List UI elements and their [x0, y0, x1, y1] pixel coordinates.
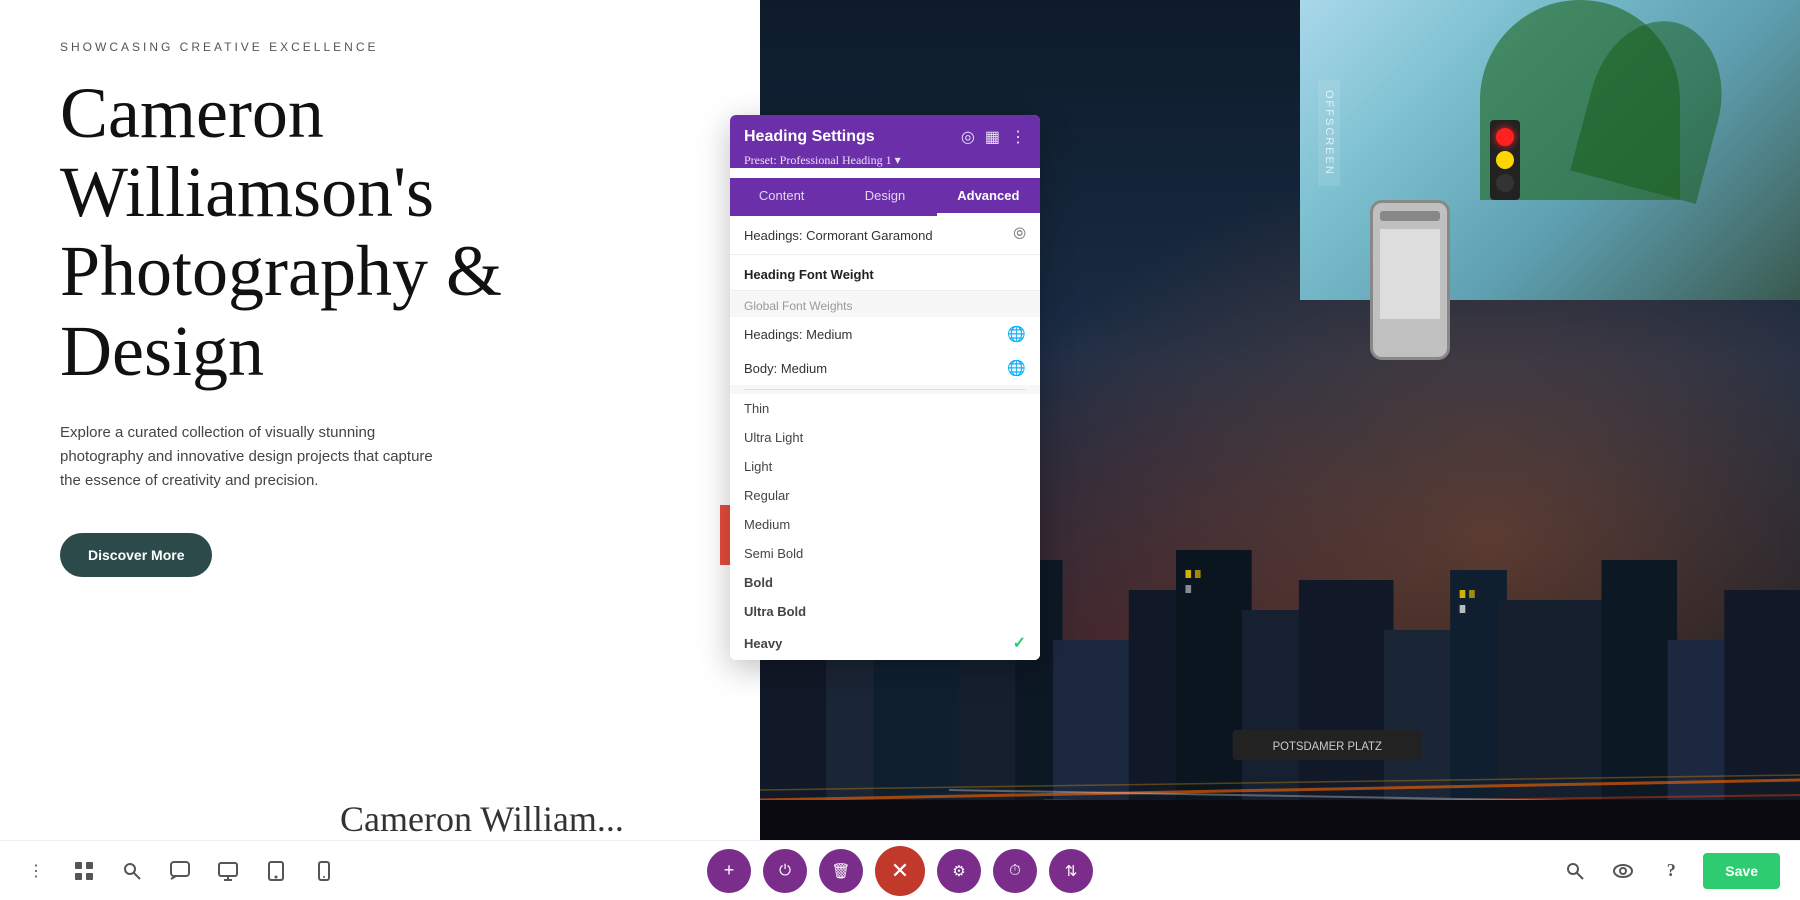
fw-divider	[744, 389, 1026, 390]
adjust-button[interactable]: ⇅	[1049, 849, 1093, 893]
close-button[interactable]: ✕	[875, 846, 925, 896]
bottom-heading-partial: Cameron William...	[340, 798, 624, 840]
tab-design[interactable]: Design	[833, 178, 936, 216]
traffic-light-red	[1496, 128, 1514, 146]
toolbar-center: + ⏻ 🗑 ✕ ⚙ ⏱ ⇅	[707, 846, 1093, 896]
toolbar-help-icon[interactable]: ?	[1655, 855, 1687, 887]
target-icon[interactable]: ◎	[961, 127, 975, 147]
more-icon[interactable]: ⋮	[1010, 127, 1026, 147]
panel-tabs: Content Design Advanced	[730, 178, 1040, 216]
globe-icon-headings: 🌐	[1007, 325, 1026, 343]
description: Explore a curated collection of visually…	[60, 421, 440, 493]
toolbar-eye-icon[interactable]	[1607, 855, 1639, 887]
toolbar-desktop-icon[interactable]	[212, 855, 244, 887]
history-button[interactable]: ⏱	[993, 849, 1037, 893]
fw-medium[interactable]: Medium	[730, 510, 1040, 539]
left-content: SHOWCASING CREATIVE EXCELLENCE Cameron W…	[0, 0, 760, 900]
toolbar-right: ? Save	[1559, 853, 1780, 889]
main-heading: Cameron Williamson's Photography & Desig…	[60, 74, 700, 391]
font-selector-row[interactable]: Headings: Cormorant Garamond ⦾	[730, 216, 1040, 255]
panel-header-icons: ◎ ▦ ⋮	[961, 127, 1026, 147]
tab-content[interactable]: Content	[730, 178, 833, 216]
font-weight-section-title: Heading Font Weight	[730, 255, 1040, 290]
toolbar-search-right-icon[interactable]	[1559, 855, 1591, 887]
grid-icon[interactable]: ▦	[985, 127, 1000, 147]
svg-text:POTSDAMER PLATZ: POTSDAMER PLATZ	[1273, 740, 1382, 753]
toolbar-left: ⋮	[20, 855, 340, 887]
fw-heavy-check: ✓	[1013, 633, 1026, 653]
fw-headings-label: Headings: Medium	[744, 327, 852, 342]
toolbar-search-icon[interactable]	[116, 855, 148, 887]
fw-heavy[interactable]: Heavy ✓	[730, 626, 1040, 660]
panel-body: Headings: Cormorant Garamond ⦾ Heading F…	[730, 216, 1040, 660]
fw-headings-medium[interactable]: Headings: Medium 🌐	[730, 317, 1040, 351]
font-selector-arrow: ⦾	[1013, 226, 1026, 244]
fw-semi-bold[interactable]: Semi Bold	[730, 539, 1040, 568]
subtitle: SHOWCASING CREATIVE EXCELLENCE	[60, 40, 700, 54]
panel-header: Heading Settings ◎ ▦ ⋮ Preset: Professio…	[730, 115, 1040, 168]
fw-ultra-bold[interactable]: Ultra Bold	[730, 597, 1040, 626]
toolbar-tablet-icon[interactable]	[260, 855, 292, 887]
traffic-light-yellow	[1496, 151, 1514, 169]
power-button[interactable]: ⏻	[763, 849, 807, 893]
globe-icon-body: 🌐	[1007, 359, 1026, 377]
fw-heavy-label: Heavy	[744, 636, 782, 651]
discover-more-button[interactable]: Discover More	[60, 533, 212, 577]
fw-regular[interactable]: Regular	[730, 481, 1040, 510]
fw-body-medium[interactable]: Body: Medium 🌐	[730, 351, 1040, 385]
offscreen-label: Offscreen	[1318, 80, 1340, 186]
add-button[interactable]: +	[707, 849, 751, 893]
device-mockup	[1370, 200, 1450, 360]
save-button[interactable]: Save	[1703, 853, 1780, 889]
heading-settings-panel: Heading Settings ◎ ▦ ⋮ Preset: Professio…	[730, 115, 1040, 660]
traffic-light-green	[1496, 174, 1514, 192]
traffic-light	[1490, 120, 1520, 200]
fw-ultra-light[interactable]: Ultra Light	[730, 423, 1040, 452]
bottom-toolbar: ⋮ + ⏻ 🗑 ✕ ⚙ ⏱	[0, 840, 1800, 900]
font-weight-list: Global Font Weights Headings: Medium 🌐 B…	[730, 290, 1040, 660]
fw-thin[interactable]: Thin	[730, 394, 1040, 423]
page-wrapper: SHOWCASING CREATIVE EXCELLENCE Cameron W…	[0, 0, 1800, 900]
toolbar-comment-icon[interactable]	[164, 855, 196, 887]
fw-bold[interactable]: Bold	[730, 568, 1040, 597]
toolbar-grid-icon[interactable]	[68, 855, 100, 887]
panel-title: Heading Settings	[744, 128, 875, 146]
panel-preset[interactable]: Preset: Professional Heading 1 ▾	[744, 153, 1026, 168]
toolbar-mobile-icon[interactable]	[308, 855, 340, 887]
fw-light[interactable]: Light	[730, 452, 1040, 481]
settings-button[interactable]: ⚙	[937, 849, 981, 893]
global-font-weights-label: Global Font Weights	[730, 291, 1040, 317]
font-selector-label: Headings: Cormorant Garamond	[744, 228, 933, 243]
trash-button[interactable]: 🗑	[819, 849, 863, 893]
toolbar-menu-icon[interactable]: ⋮	[20, 855, 52, 887]
panel-header-top: Heading Settings ◎ ▦ ⋮	[744, 127, 1026, 147]
tab-advanced[interactable]: Advanced	[937, 178, 1040, 216]
fw-body-label: Body: Medium	[744, 361, 827, 376]
